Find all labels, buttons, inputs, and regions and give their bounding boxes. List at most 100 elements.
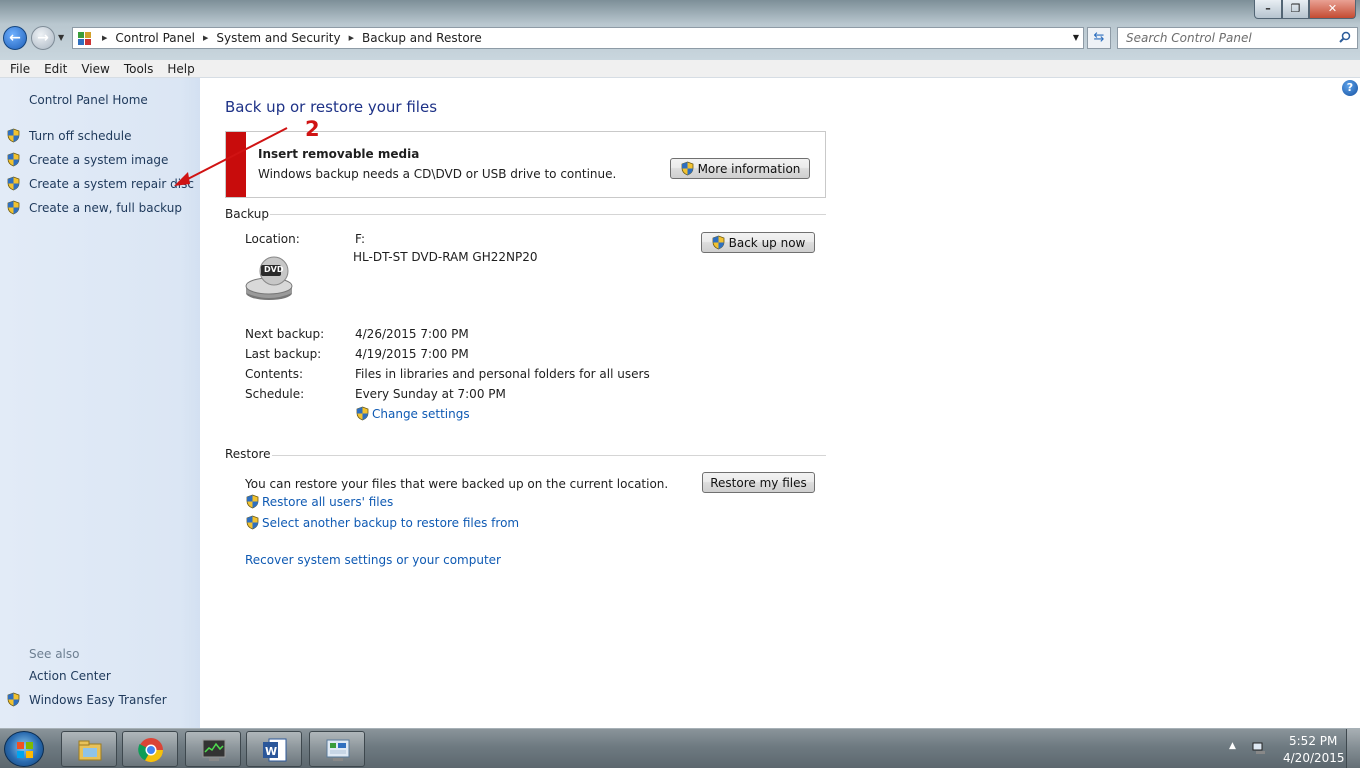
create-full-backup-label: Create a new, full backup — [29, 200, 182, 215]
taskbar-control-panel[interactable] — [309, 731, 365, 767]
clock-date[interactable]: 4/20/2015 — [1283, 751, 1345, 765]
control-panel-icon — [76, 30, 94, 46]
forward-button[interactable]: → — [31, 26, 55, 50]
taskbar-task-manager[interactable] — [185, 731, 241, 767]
chevron-right-icon[interactable]: ▶ — [203, 34, 208, 42]
more-information-button[interactable]: More information — [670, 158, 810, 179]
uac-shield-icon — [6, 692, 21, 707]
uac-shield-icon — [245, 494, 260, 509]
taskbar-chrome[interactable] — [122, 731, 178, 767]
windows-logo-icon — [17, 742, 33, 758]
restore-divider — [272, 455, 826, 456]
taskbar-word[interactable]: W — [246, 731, 302, 767]
last-backup-value: 4/19/2015 7:00 PM — [355, 347, 469, 361]
search-input[interactable] — [1118, 28, 1328, 48]
recover-system-settings-link[interactable]: Recover system settings or your computer — [245, 553, 501, 567]
search-box[interactable] — [1117, 27, 1358, 49]
chevron-right-icon[interactable]: ▶ — [102, 34, 107, 42]
more-information-label: More information — [697, 161, 801, 176]
close-icon: ✕ — [1327, 2, 1338, 15]
schedule-label: Schedule: — [245, 387, 305, 401]
dvd-drive-icon: DVD — [244, 253, 294, 303]
turn-off-schedule-link[interactable]: Turn off schedule — [6, 128, 131, 143]
select-another-backup-link[interactable]: Select another backup to restore files f… — [245, 515, 519, 530]
select-another-backup-label: Select another backup to restore files f… — [262, 515, 520, 530]
menu-file[interactable]: File — [3, 62, 37, 76]
annotation-arrow — [174, 127, 288, 186]
chevron-right-icon[interactable]: ▶ — [349, 34, 354, 42]
location-device: HL-DT-ST DVD-RAM GH22NP20 — [353, 250, 538, 264]
svg-text:W: W — [265, 745, 277, 758]
annotation-number: 2 — [305, 117, 320, 141]
address-dropdown-icon[interactable]: ▼ — [1073, 33, 1079, 42]
action-center-link[interactable]: Action Center — [29, 669, 111, 683]
restore-all-users-files-label: Restore all users' files — [262, 494, 394, 509]
control-panel-icon — [326, 739, 350, 761]
clock-time[interactable]: 5:52 PM — [1289, 734, 1337, 748]
back-up-now-button[interactable]: Back up now — [701, 232, 815, 253]
refresh-button[interactable]: ⇆ — [1087, 27, 1111, 49]
insert-media-notice: Insert removable media Windows backup ne… — [225, 131, 826, 198]
schedule-value: Every Sunday at 7:00 PM — [355, 387, 506, 401]
location-label: Location: — [245, 232, 300, 246]
uac-shield-icon — [711, 235, 726, 250]
contents-value: Files in libraries and personal folders … — [355, 367, 650, 381]
restore-heading: Restore — [225, 447, 271, 461]
create-system-image-link[interactable]: Create a system image — [6, 152, 168, 167]
restore-window-button[interactable]: ❐ — [1282, 0, 1309, 19]
uac-shield-icon — [6, 152, 21, 167]
menu-help[interactable]: Help — [160, 62, 201, 76]
breadcrumb-backup-and-restore[interactable]: Backup and Restore — [362, 31, 482, 45]
address-bar[interactable]: ▶ Control Panel ▶ System and Security ▶ … — [72, 27, 1084, 49]
create-system-image-label: Create a system image — [29, 152, 169, 167]
back-up-now-label: Back up now — [728, 235, 806, 250]
backup-heading: Backup — [225, 207, 269, 221]
control-panel-home-link[interactable]: Control Panel Home — [29, 93, 148, 107]
search-icon[interactable] — [1339, 31, 1351, 43]
breadcrumb-system-and-security[interactable]: System and Security — [216, 31, 340, 45]
page-title: Back up or restore your files — [225, 98, 438, 116]
taskbar: W ▲ 5:52 PM 4/20/2015 — [0, 728, 1360, 768]
menu-tools[interactable]: Tools — [117, 62, 161, 76]
last-backup-label: Last backup: — [245, 347, 322, 361]
restore-all-users-files-link[interactable]: Restore all users' files — [245, 494, 393, 509]
uac-shield-icon — [6, 128, 21, 143]
start-button[interactable] — [4, 731, 44, 767]
restore-window-icon: ❐ — [1290, 2, 1301, 15]
next-backup-label: Next backup: — [245, 327, 325, 341]
notice-text: Windows backup needs a CD\DVD or USB dri… — [258, 167, 617, 181]
uac-shield-icon — [6, 200, 21, 215]
minimize-icon: – — [1265, 2, 1271, 15]
windows-easy-transfer-label: Windows Easy Transfer — [29, 692, 167, 707]
backup-divider — [270, 214, 826, 215]
restore-my-files-label: Restore my files — [710, 475, 807, 490]
windows-easy-transfer-link[interactable]: Windows Easy Transfer — [6, 692, 167, 707]
change-settings-label: Change settings — [372, 406, 470, 421]
help-icon[interactable]: ? — [1342, 80, 1358, 96]
back-arrow-icon: ← — [9, 30, 21, 46]
change-settings-link[interactable]: Change settings — [355, 406, 470, 421]
create-system-repair-disc-link[interactable]: Create a system repair disc — [6, 176, 194, 191]
restore-description: You can restore your files that were bac… — [245, 477, 669, 491]
taskbar-windows-explorer[interactable] — [61, 731, 117, 767]
refresh-icon: ⇆ — [1093, 30, 1105, 45]
recent-pages-dropdown-icon[interactable]: ▼ — [58, 33, 64, 42]
uac-shield-icon — [6, 176, 21, 191]
create-full-backup-link[interactable]: Create a new, full backup — [6, 200, 182, 215]
forward-arrow-icon: → — [37, 30, 49, 46]
menu-edit[interactable]: Edit — [37, 62, 74, 76]
next-backup-value: 4/26/2015 7:00 PM — [355, 327, 469, 341]
menu-view[interactable]: View — [74, 62, 116, 76]
dvd-label: DVD — [264, 265, 284, 274]
windows-explorer-icon — [78, 740, 102, 761]
minimize-button[interactable]: – — [1254, 0, 1282, 19]
show-desktop-button[interactable] — [1346, 729, 1360, 768]
restore-my-files-button[interactable]: Restore my files — [702, 472, 815, 493]
breadcrumb-control-panel[interactable]: Control Panel — [115, 31, 195, 45]
show-hidden-icons-icon[interactable]: ▲ — [1229, 741, 1236, 751]
back-button[interactable]: ← — [3, 26, 27, 50]
turn-off-schedule-label: Turn off schedule — [29, 128, 132, 143]
network-icon[interactable] — [1252, 741, 1266, 755]
window-titlebar: ← → ▼ ▶ Control Panel ▶ System and Secur… — [0, 0, 1360, 60]
close-button[interactable]: ✕ — [1309, 0, 1356, 19]
